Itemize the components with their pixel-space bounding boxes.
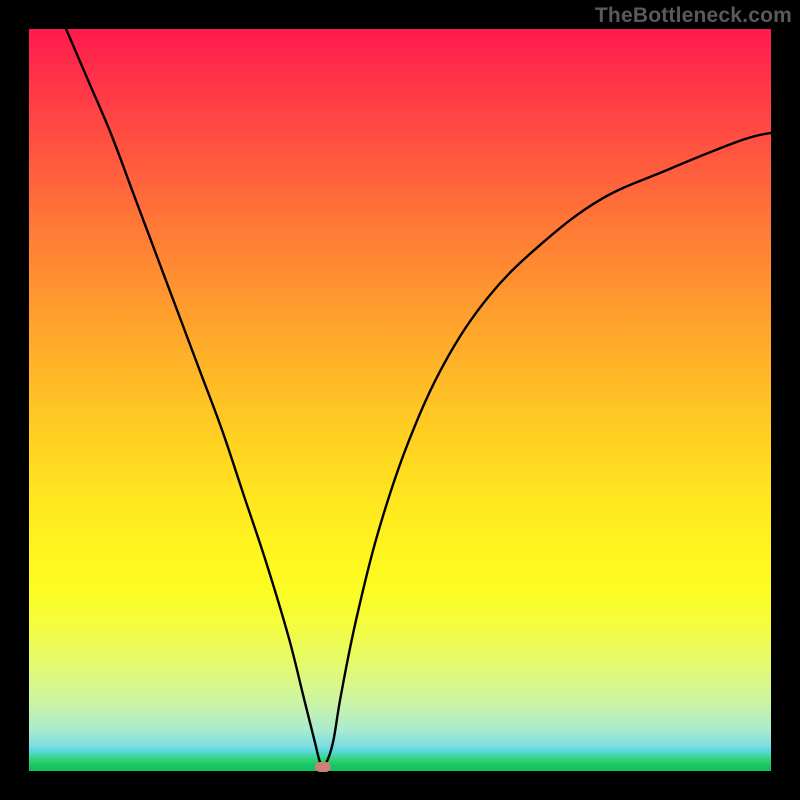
bottleneck-curve (29, 29, 771, 771)
optimal-point-marker (315, 762, 331, 772)
watermark-text: TheBottleneck.com (595, 4, 792, 28)
chart-frame (29, 29, 771, 771)
